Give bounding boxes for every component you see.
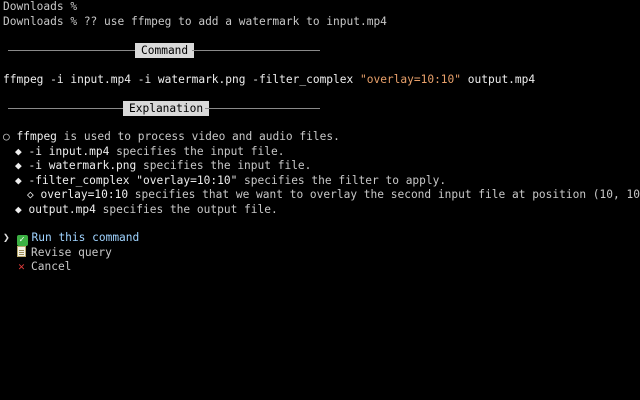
bullet-diamond-icon: ◆ [15, 173, 22, 187]
selection-caret-icon: ❯ [3, 231, 10, 244]
explanation-section-title: Explanation [123, 101, 210, 116]
prompt-line-2: Downloads % ?? use ffmpeg to add a water… [3, 14, 387, 28]
menu-item-revise-query[interactable]: Revise query [16, 245, 112, 261]
explanation-item: ◆ -i input.mp4 specifies the input file. [15, 145, 284, 160]
explanation-text: is used to process video and audio files… [56, 130, 340, 143]
bullet-diamond-icon: ◆ [15, 202, 22, 216]
explanation-text: specifies that we want to overlay the se… [128, 188, 640, 201]
command-section-title: Command [135, 43, 195, 58]
explanation-term: -i input.mp4 [28, 144, 110, 158]
command-string-arg: "overlay=10:10" [359, 73, 462, 86]
command-divider-left [8, 50, 135, 51]
command-divider-right [192, 50, 320, 51]
check-icon: ✓ [16, 235, 28, 246]
menu-item-run-command[interactable]: ❯ ✓ Run this command [3, 231, 139, 246]
bullet-hollow-diamond-icon: ◇ [27, 188, 34, 201]
explanation-item: ◆ output.mp4 specifies the output file. [15, 203, 278, 218]
explanation-item: ◆ -i watermark.png specifies the input f… [15, 159, 311, 174]
command-line[interactable]: ffmpeg -i input.mp4 -i watermark.png -fi… [3, 73, 535, 88]
explanation-item: ◆ -filter_complex "overlay=10:10" specif… [15, 174, 446, 189]
memo-icon [17, 245, 26, 257]
command-text: ffmpeg -i input.mp4 -i watermark.png -fi… [3, 73, 360, 86]
cross-icon: ✕ [18, 260, 25, 273]
command-text-tail: output.mp4 [461, 73, 536, 86]
bullet-diamond-icon: ◆ [15, 144, 22, 158]
explanation-term: -i watermark.png [28, 159, 137, 172]
explanation-divider-right [205, 108, 320, 109]
explanation-term: output.mp4 [28, 202, 96, 216]
terminal-window: Downloads % Downloads % ?? use ffmpeg to… [0, 0, 640, 400]
explanation-divider-left [8, 108, 123, 109]
explanation-text: specifies the input file. [136, 159, 312, 172]
explanation-text: specifies the input file. [109, 144, 285, 158]
explanation-text: specifies the filter to apply. [237, 173, 447, 187]
explanation-term: -filter_complex "overlay=10:10" [28, 173, 238, 187]
explanation-text: specifies the output file. [95, 202, 278, 216]
menu-item-label: Run this command [31, 231, 140, 244]
explanation-root: ○ ffmpeg is used to process video and au… [3, 130, 340, 145]
menu-item-cancel[interactable]: ✕ Cancel [16, 260, 71, 275]
bullet-diamond-icon: ◆ [15, 159, 22, 172]
bullet-circle-icon: ○ [3, 130, 10, 143]
explanation-subitem: ◇ overlay=10:10 specifies that we want t… [27, 188, 640, 203]
explanation-term: overlay=10:10 [40, 188, 129, 201]
explanation-term: ffmpeg [16, 130, 57, 143]
prompt-line-1: Downloads % [3, 0, 78, 13]
menu-item-label: Revise query [31, 245, 112, 259]
menu-item-label: Cancel [31, 260, 72, 273]
